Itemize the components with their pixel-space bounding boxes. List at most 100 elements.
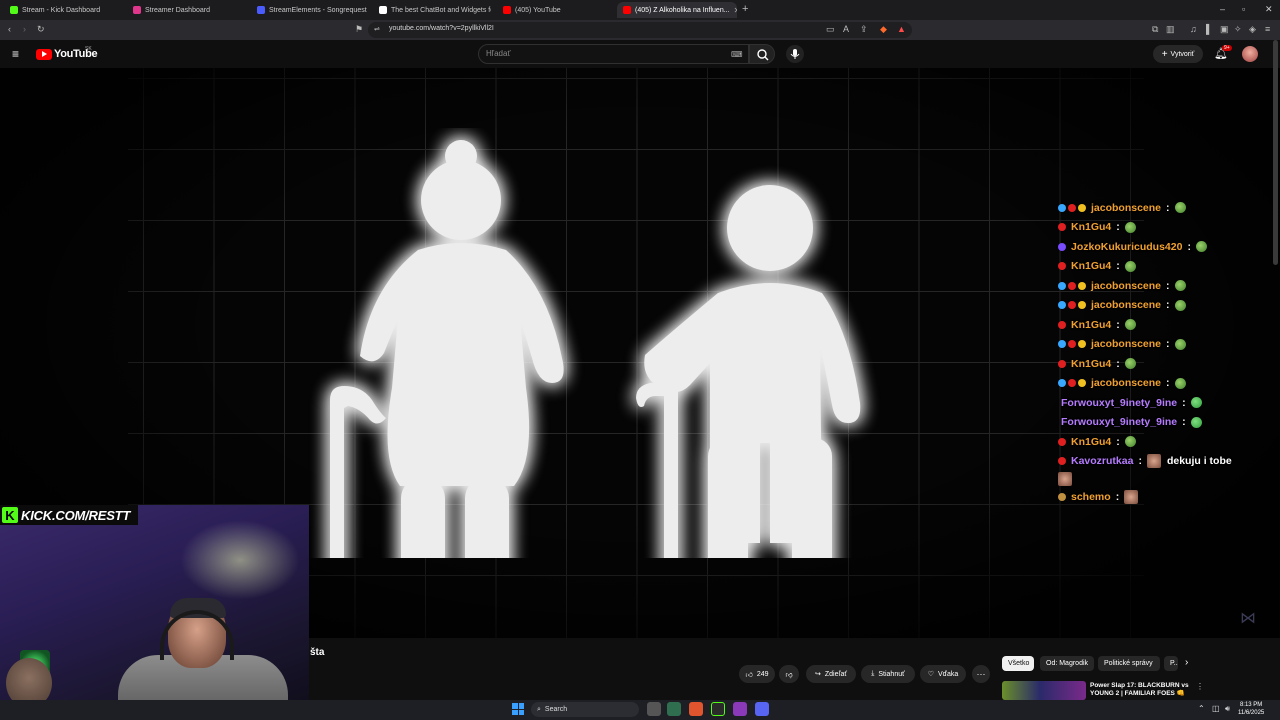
translate-icon[interactable]: A <box>843 24 849 34</box>
tab-favicon-icon <box>133 6 141 14</box>
taskbar-clock[interactable]: 8:13 PM 11/6/2025 <box>1238 701 1264 717</box>
sidebar-icon[interactable]: ▥ <box>1166 24 1175 35</box>
chat-username: Kn1Gu4 <box>1071 357 1112 370</box>
bookmark-icon[interactable]: ⚑ <box>355 24 363 35</box>
chat-badge-icon <box>1058 437 1066 446</box>
menu-icon[interactable]: ≡ <box>1265 24 1270 34</box>
chat-separator: : <box>1115 490 1120 503</box>
chat-username: Kn1Gu4 <box>1071 221 1112 234</box>
chat-badge-icon <box>1068 301 1076 310</box>
site-info-icon[interactable]: ⇌ <box>374 25 380 33</box>
search-input[interactable] <box>478 44 749 64</box>
cast-icon[interactable]: ▭ <box>826 24 835 35</box>
dislike-button[interactable]: 👎︎ <box>779 665 799 683</box>
chat-message: jacobonscene: <box>1058 296 1280 316</box>
minimize-icon[interactable]: – <box>1220 4 1225 14</box>
chat-emote-icon <box>1058 472 1072 486</box>
volume-icon[interactable]: 🔊︎ <box>1225 704 1230 714</box>
hamburger-menu-icon[interactable]: ≡ <box>12 47 19 61</box>
chat-badge-icon <box>1058 457 1066 466</box>
browser-tab[interactable]: (405) Z Alkoholika na Influen... ✕ <box>617 2 737 18</box>
extensions-icon[interactable]: ⧉ <box>1152 24 1158 35</box>
discord-app-icon[interactable] <box>755 702 769 716</box>
back-icon[interactable]: ‹ <box>8 24 11 34</box>
chat-message: Kn1Gu4: <box>1058 315 1280 335</box>
tab-search-icon[interactable]: ▣ <box>1220 24 1229 35</box>
tray-arrow-icon[interactable]: ⌃ <box>1198 704 1205 713</box>
new-tab-button[interactable]: + <box>742 3 748 15</box>
filter-chip[interactable]: Politické správy <box>1098 656 1160 671</box>
wallet-icon[interactable]: ◈ <box>1249 24 1256 35</box>
chat-separator: : <box>1182 396 1186 409</box>
brave-rewards-icon[interactable]: ▲ <box>897 24 906 34</box>
account-avatar[interactable] <box>1242 46 1258 62</box>
browser-tab[interactable]: StreamElements - Songrequest <box>251 2 369 18</box>
share-icon[interactable]: ⇪ <box>860 24 868 35</box>
chat-badge-icon <box>1058 203 1066 212</box>
chat-badge-icon <box>1068 340 1076 349</box>
page-scrollbar[interactable] <box>1273 40 1278 265</box>
chat-badge-icon <box>1068 203 1076 212</box>
chat-username: Kn1Gu4 <box>1071 435 1112 448</box>
voice-search-button[interactable] <box>786 45 804 63</box>
download-icon: ⤓ <box>871 670 875 677</box>
obs-app-icon[interactable] <box>711 702 725 716</box>
filter-chip[interactable]: P... <box>1164 656 1178 671</box>
tab-favicon-icon <box>623 6 631 14</box>
filter-chip[interactable]: Od: Magrodik <box>1040 656 1094 671</box>
recommendation-thumbnail[interactable] <box>1002 681 1086 700</box>
chat-badge-icon <box>1078 379 1086 388</box>
chat-message: jacobonscene: <box>1058 276 1280 296</box>
taskbar-search-label: Search <box>544 706 568 713</box>
chips-next-icon[interactable]: › <box>1185 657 1188 668</box>
chat-emote-icon <box>1124 221 1136 233</box>
chat-username: schemo <box>1071 490 1111 503</box>
browser-tab[interactable]: Streamer Dashboard <box>127 2 245 18</box>
thumbs-down-icon: 👎︎ <box>785 671 793 679</box>
chat-separator: : <box>1166 299 1170 312</box>
leo-icon[interactable]: ✧ <box>1234 24 1242 35</box>
chat-message: JozkoKukuricudus420: <box>1058 237 1280 257</box>
forward-icon[interactable]: › <box>23 24 26 34</box>
chat-badge-icon <box>1058 379 1066 388</box>
chat-username: jacobonscene <box>1091 279 1162 292</box>
recommendation-title[interactable]: Power Slap 17: BLACKBURN vs YOUNG 2 | FA… <box>1090 682 1190 698</box>
reload-icon[interactable]: ↻ <box>37 24 45 35</box>
chat-username: JozkoKukuricudus420 <box>1071 240 1183 253</box>
browser-tab[interactable]: (405) YouTube <box>497 2 615 18</box>
network-icon[interactable]: ◫ <box>1212 704 1220 713</box>
tab-close-icon[interactable]: ✕ <box>734 6 737 15</box>
browser-tab[interactable]: Stream - Kick Dashboard <box>4 2 122 18</box>
keyboard-icon[interactable]: ⌨ <box>731 50 743 59</box>
twitch-app-icon[interactable] <box>733 702 747 716</box>
task-view-icon[interactable] <box>647 702 661 716</box>
tab-favicon-icon <box>257 6 265 14</box>
taskbar-search[interactable]: ⌕ Search <box>531 702 639 717</box>
chat-message: Kn1Gu4: <box>1058 218 1280 238</box>
chat-emote-icon <box>1190 416 1202 428</box>
close-window-icon[interactable]: ✕ <box>1265 4 1273 15</box>
brave-app-icon[interactable] <box>689 702 703 716</box>
more-actions-button[interactable]: ··· <box>972 665 990 683</box>
chat-emote-icon <box>1124 436 1136 448</box>
download-button[interactable]: ⤓ Stiahnuť <box>861 665 915 683</box>
brave-shield-icon[interactable]: ◆ <box>880 24 887 35</box>
create-button[interactable]: + Vytvoriť <box>1153 45 1203 63</box>
like-button[interactable]: 👍︎ 249 <box>739 665 775 683</box>
terminal-app-icon[interactable] <box>667 702 681 716</box>
panel-icon[interactable]: ▌ <box>1206 24 1212 34</box>
browser-tab[interactable]: The best ChatBot and Widgets for K... <box>373 2 491 18</box>
filter-chip[interactable]: Všetko <box>1002 656 1034 671</box>
music-icon[interactable]: ♫ <box>1190 24 1197 34</box>
chat-separator: : <box>1138 455 1142 468</box>
share-button[interactable]: ↪ Zdieľať <box>806 665 856 683</box>
recommendation-menu-icon[interactable]: ⋮ <box>1196 682 1204 691</box>
play-glyph <box>42 51 47 57</box>
thanks-button[interactable]: ♡ Vďaka <box>920 665 966 683</box>
chat-message: Kavozrutkaa: dekuju i tobe <box>1058 452 1280 472</box>
chat-emote-icon <box>1174 299 1186 311</box>
search-button[interactable] <box>749 44 775 64</box>
windows-start-icon[interactable] <box>512 703 524 715</box>
chat-separator: : <box>1187 240 1191 253</box>
maximize-icon[interactable]: ▫ <box>1242 4 1245 14</box>
